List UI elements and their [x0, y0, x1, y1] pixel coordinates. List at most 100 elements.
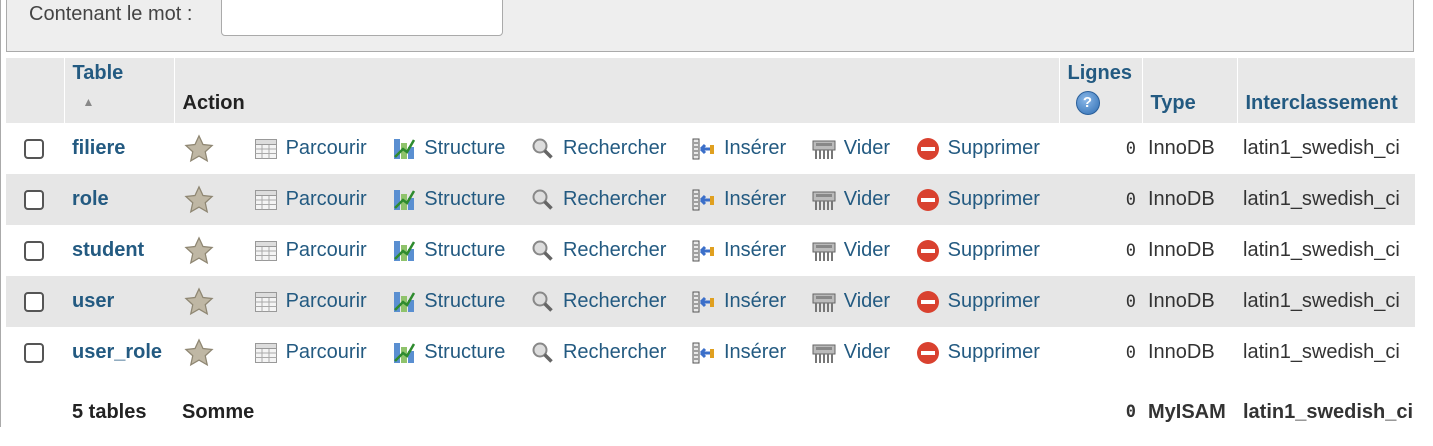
- drop-action[interactable]: Supprimer: [916, 290, 1040, 314]
- search-action[interactable]: Rechercher: [531, 188, 666, 212]
- drop-action[interactable]: Supprimer: [916, 239, 1040, 263]
- favorite-star-icon[interactable]: [184, 286, 214, 317]
- table-name-link[interactable]: role: [64, 174, 174, 225]
- search-label: Rechercher: [562, 137, 667, 159]
- table-header-label: Table: [72, 62, 124, 84]
- favorite-star-icon[interactable]: [184, 133, 214, 164]
- empty-action[interactable]: Vider: [812, 341, 890, 365]
- browse-action[interactable]: Parcourir: [254, 290, 367, 314]
- default-engine: MyISAM: [1148, 400, 1226, 423]
- drop-action[interactable]: Supprimer: [916, 137, 1040, 161]
- favorite-star-icon[interactable]: [184, 184, 214, 215]
- insert-icon: [692, 189, 714, 210]
- browse-action[interactable]: Parcourir: [254, 137, 367, 161]
- row-checkbox-cell: [6, 123, 64, 174]
- row-count: 0: [1059, 276, 1142, 327]
- delete-icon: [916, 188, 939, 211]
- browse-icon: [254, 240, 277, 261]
- browse-action[interactable]: Parcourir: [254, 239, 367, 263]
- structure-action[interactable]: Structure: [392, 188, 505, 212]
- tables-list: Table ▲ Action Lignes ? Type Interclasse…: [6, 58, 1416, 446]
- empty-table-icon: [812, 344, 836, 363]
- structure-label: Structure: [424, 341, 506, 363]
- search-action[interactable]: Rechercher: [531, 341, 666, 365]
- empty-action[interactable]: Vider: [812, 137, 890, 161]
- row-checkbox[interactable]: [24, 342, 44, 363]
- insert-action[interactable]: Insérer: [692, 341, 786, 365]
- favorite-star-icon[interactable]: [184, 337, 214, 368]
- structure-label: Structure: [424, 290, 506, 312]
- structure-icon: [394, 138, 416, 159]
- empty-label: Vider: [843, 239, 891, 261]
- insert-action[interactable]: Insérer: [692, 290, 786, 314]
- row-count: 0: [1059, 123, 1142, 174]
- search-action[interactable]: Rechercher: [531, 137, 666, 161]
- row-checkbox[interactable]: [24, 138, 44, 159]
- structure-icon: [394, 240, 416, 261]
- structure-action[interactable]: Structure: [392, 239, 505, 263]
- row-count: 0: [1059, 225, 1142, 276]
- collation: latin1_swedish_ci: [1237, 174, 1415, 225]
- checkbox-header: [6, 58, 65, 123]
- browse-label: Parcourir: [285, 290, 367, 312]
- search-label: Rechercher: [562, 290, 667, 312]
- insert-action[interactable]: Insérer: [692, 239, 786, 263]
- column-header-table[interactable]: Table ▲: [64, 58, 175, 123]
- row-checkbox-cell: [6, 174, 64, 225]
- filter-label: Contenant le mot :: [29, 3, 193, 25]
- delete-icon: [916, 137, 939, 160]
- structure-action[interactable]: Structure: [392, 290, 505, 314]
- row-checkbox[interactable]: [24, 189, 44, 210]
- default-collation: latin1_swedish_ci: [1243, 400, 1414, 423]
- table-name-link[interactable]: user_role: [64, 327, 174, 378]
- table-row: student Parcourir Structure Rechercher I…: [6, 225, 1415, 276]
- filter-input[interactable]: [221, 0, 503, 36]
- collation: latin1_swedish_ci: [1237, 276, 1415, 327]
- row-checkbox[interactable]: [24, 240, 44, 261]
- row-actions: Parcourir Structure Rechercher Insérer V…: [174, 225, 1059, 276]
- search-action[interactable]: Rechercher: [531, 290, 666, 314]
- structure-label: Structure: [424, 239, 506, 261]
- drop-label: Supprimer: [947, 239, 1040, 261]
- insert-action[interactable]: Insérer: [692, 137, 786, 161]
- structure-action[interactable]: Structure: [392, 137, 505, 161]
- column-header-rows[interactable]: Lignes ?: [1059, 58, 1143, 123]
- help-icon[interactable]: ?: [1075, 91, 1100, 115]
- collation-header-label: Interclassement: [1245, 92, 1398, 114]
- insert-action[interactable]: Insérer: [692, 188, 786, 212]
- row-actions: Parcourir Structure Rechercher Insérer V…: [174, 276, 1059, 327]
- structure-action[interactable]: Structure: [392, 341, 505, 365]
- table-name-link[interactable]: user: [64, 276, 174, 327]
- column-header-collation[interactable]: Interclassement: [1237, 58, 1416, 123]
- collation: latin1_swedish_ci: [1237, 123, 1415, 174]
- empty-table-icon: [812, 293, 836, 312]
- structure-label: Structure: [424, 137, 506, 159]
- search-action[interactable]: Rechercher: [531, 239, 666, 263]
- engine-type: InnoDB: [1142, 174, 1237, 225]
- search-icon: [532, 240, 553, 261]
- table-count: 5 tables: [72, 400, 147, 423]
- empty-table-icon: [812, 242, 836, 261]
- drop-action[interactable]: Supprimer: [916, 188, 1040, 212]
- engine-type: InnoDB: [1142, 123, 1237, 174]
- delete-icon: [916, 341, 939, 364]
- row-checkbox[interactable]: [24, 291, 44, 312]
- favorite-star-icon[interactable]: [184, 235, 214, 266]
- empty-action[interactable]: Vider: [812, 239, 890, 263]
- insert-label: Insérer: [723, 188, 787, 210]
- table-name-link[interactable]: filiere: [64, 123, 174, 174]
- empty-action[interactable]: Vider: [812, 188, 890, 212]
- column-header-type[interactable]: Type: [1142, 58, 1238, 123]
- browse-action[interactable]: Parcourir: [254, 188, 367, 212]
- insert-icon: [692, 240, 714, 261]
- row-actions: Parcourir Structure Rechercher Insérer V…: [174, 327, 1059, 378]
- row-checkbox-cell: [6, 276, 64, 327]
- browse-action[interactable]: Parcourir: [254, 341, 367, 365]
- drop-action[interactable]: Supprimer: [916, 341, 1040, 365]
- rows-header-label: Lignes: [1067, 62, 1132, 84]
- type-header-label: Type: [1150, 92, 1196, 114]
- table-name-link[interactable]: student: [64, 225, 174, 276]
- table-row: role Parcourir Structure Rechercher Insé…: [6, 174, 1415, 225]
- search-icon: [532, 189, 553, 210]
- empty-action[interactable]: Vider: [812, 290, 890, 314]
